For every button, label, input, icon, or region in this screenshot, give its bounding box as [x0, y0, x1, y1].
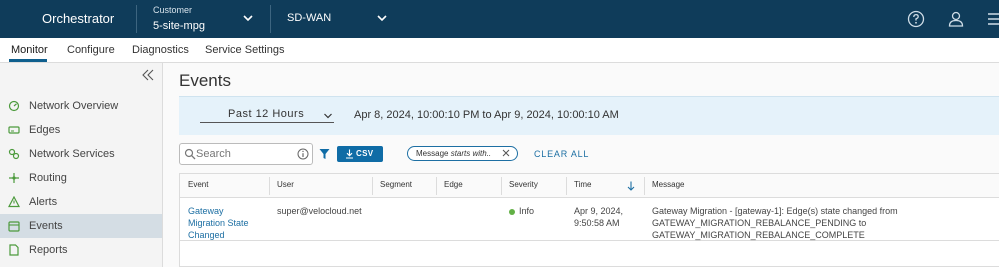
network-overview-icon	[8, 100, 20, 112]
column-divider	[566, 177, 567, 195]
sidebar-item-network-overview[interactable]: Network Overview	[0, 94, 162, 118]
header-divider	[136, 5, 137, 33]
column-header-message[interactable]: Message	[652, 180, 684, 189]
column-header-time[interactable]: Time	[574, 180, 591, 189]
info-icon[interactable]	[297, 148, 309, 160]
menu-icon[interactable]	[986, 9, 999, 29]
app-brand[interactable]: Orchestrator	[42, 11, 114, 26]
time-cell: Apr 9, 2024, 9:50:58 AM	[574, 206, 624, 228]
events-icon	[8, 221, 20, 232]
column-divider	[501, 177, 502, 195]
sidebar-item-edges[interactable]: Edges	[0, 118, 162, 142]
sidebar-item-label: Edges	[29, 124, 61, 136]
tab-service-settings[interactable]: Service Settings	[205, 44, 284, 56]
alerts-icon	[8, 196, 20, 208]
tab-monitor[interactable]: Monitor	[11, 44, 48, 56]
date-range-text: Apr 8, 2024, 10:00:10 PM to Apr 9, 2024,…	[354, 109, 619, 121]
help-icon[interactable]	[906, 9, 926, 29]
main-tabs: Monitor Configure Diagnostics Service Se…	[0, 38, 999, 63]
column-header-severity[interactable]: Severity	[509, 180, 538, 189]
chevron-down-icon[interactable]	[242, 12, 254, 24]
chevron-down-icon[interactable]	[376, 12, 388, 24]
sidebar-item-label: Events	[29, 220, 63, 232]
routing-icon	[9, 173, 19, 183]
time-range-value: Past 12 Hours	[228, 108, 305, 120]
active-tab-indicator	[9, 59, 47, 62]
sidebar-item-events[interactable]: Events	[0, 214, 162, 238]
header-divider	[270, 5, 271, 33]
filter-chip-text: Message starts with..	[416, 149, 492, 158]
search-placeholder: Search	[196, 148, 231, 160]
severity-cell: Info	[519, 206, 535, 216]
user-cell: super@velocloud.net	[277, 206, 362, 216]
column-header-edge[interactable]: Edge	[444, 180, 463, 189]
network-select[interactable]: SD-WAN	[287, 12, 331, 24]
tab-configure[interactable]: Configure	[67, 44, 115, 56]
edges-icon	[8, 126, 20, 134]
column-divider	[644, 177, 645, 195]
message-cell: Gateway Migration - [gateway-1]: Edge(s)…	[652, 206, 898, 240]
user-icon[interactable]	[946, 9, 966, 29]
sidebar-item-alerts[interactable]: Alerts	[0, 190, 162, 214]
page-title: Events	[179, 71, 231, 90]
reports-icon	[9, 244, 19, 256]
sidebar-item-label: Reports	[29, 244, 68, 256]
network-services-icon	[8, 148, 20, 160]
severity-info-dot	[509, 209, 515, 215]
filter-icon[interactable]	[319, 148, 330, 160]
customer-select[interactable]: 5-site-mpg	[153, 20, 205, 32]
column-header-segment[interactable]: Segment	[380, 180, 412, 189]
column-header-user[interactable]: User	[277, 180, 294, 189]
customer-label: Customer	[153, 5, 193, 15]
sidebar: Network Overview Edges Network Services …	[0, 63, 163, 267]
sidebar-item-label: Routing	[29, 172, 67, 184]
chevron-down-icon[interactable]	[323, 111, 333, 121]
download-icon	[346, 149, 353, 159]
table-row: Gateway Migration State Changed super@ve…	[180, 199, 999, 241]
tab-diagnostics[interactable]: Diagnostics	[132, 44, 189, 56]
export-csv-button[interactable]: CSV	[337, 146, 383, 162]
search-icon	[184, 148, 196, 160]
clear-all-filters-link[interactable]: CLEAR ALL	[534, 149, 589, 159]
sort-descending-icon[interactable]	[627, 181, 635, 191]
sidebar-item-label: Alerts	[29, 196, 58, 208]
sidebar-item-network-services[interactable]: Network Services	[0, 142, 162, 166]
sidebar-item-label: Network Overview	[29, 100, 119, 112]
message-filter-chip[interactable]: Message starts with..	[407, 146, 518, 161]
column-header-event[interactable]: Event	[188, 180, 208, 189]
top-header: Orchestrator Customer 5-site-mpg SD-WAN	[0, 0, 999, 38]
close-icon[interactable]	[502, 149, 510, 157]
column-divider	[436, 177, 437, 195]
event-name-link[interactable]: Gateway Migration State Changed	[188, 205, 249, 241]
sidebar-item-routing[interactable]: Routing	[0, 166, 162, 190]
events-table: Event User Segment Edge Severity Time Me…	[179, 173, 999, 267]
sidebar-item-reports[interactable]: Reports	[0, 238, 162, 262]
sidebar-item-label: Network Services	[29, 148, 115, 160]
collapse-sidebar-icon[interactable]	[140, 67, 156, 83]
csv-label: CSV	[356, 149, 374, 158]
column-divider	[269, 177, 270, 195]
table-header: Event User Segment Edge Severity Time Me…	[180, 174, 999, 198]
column-divider	[372, 177, 373, 195]
